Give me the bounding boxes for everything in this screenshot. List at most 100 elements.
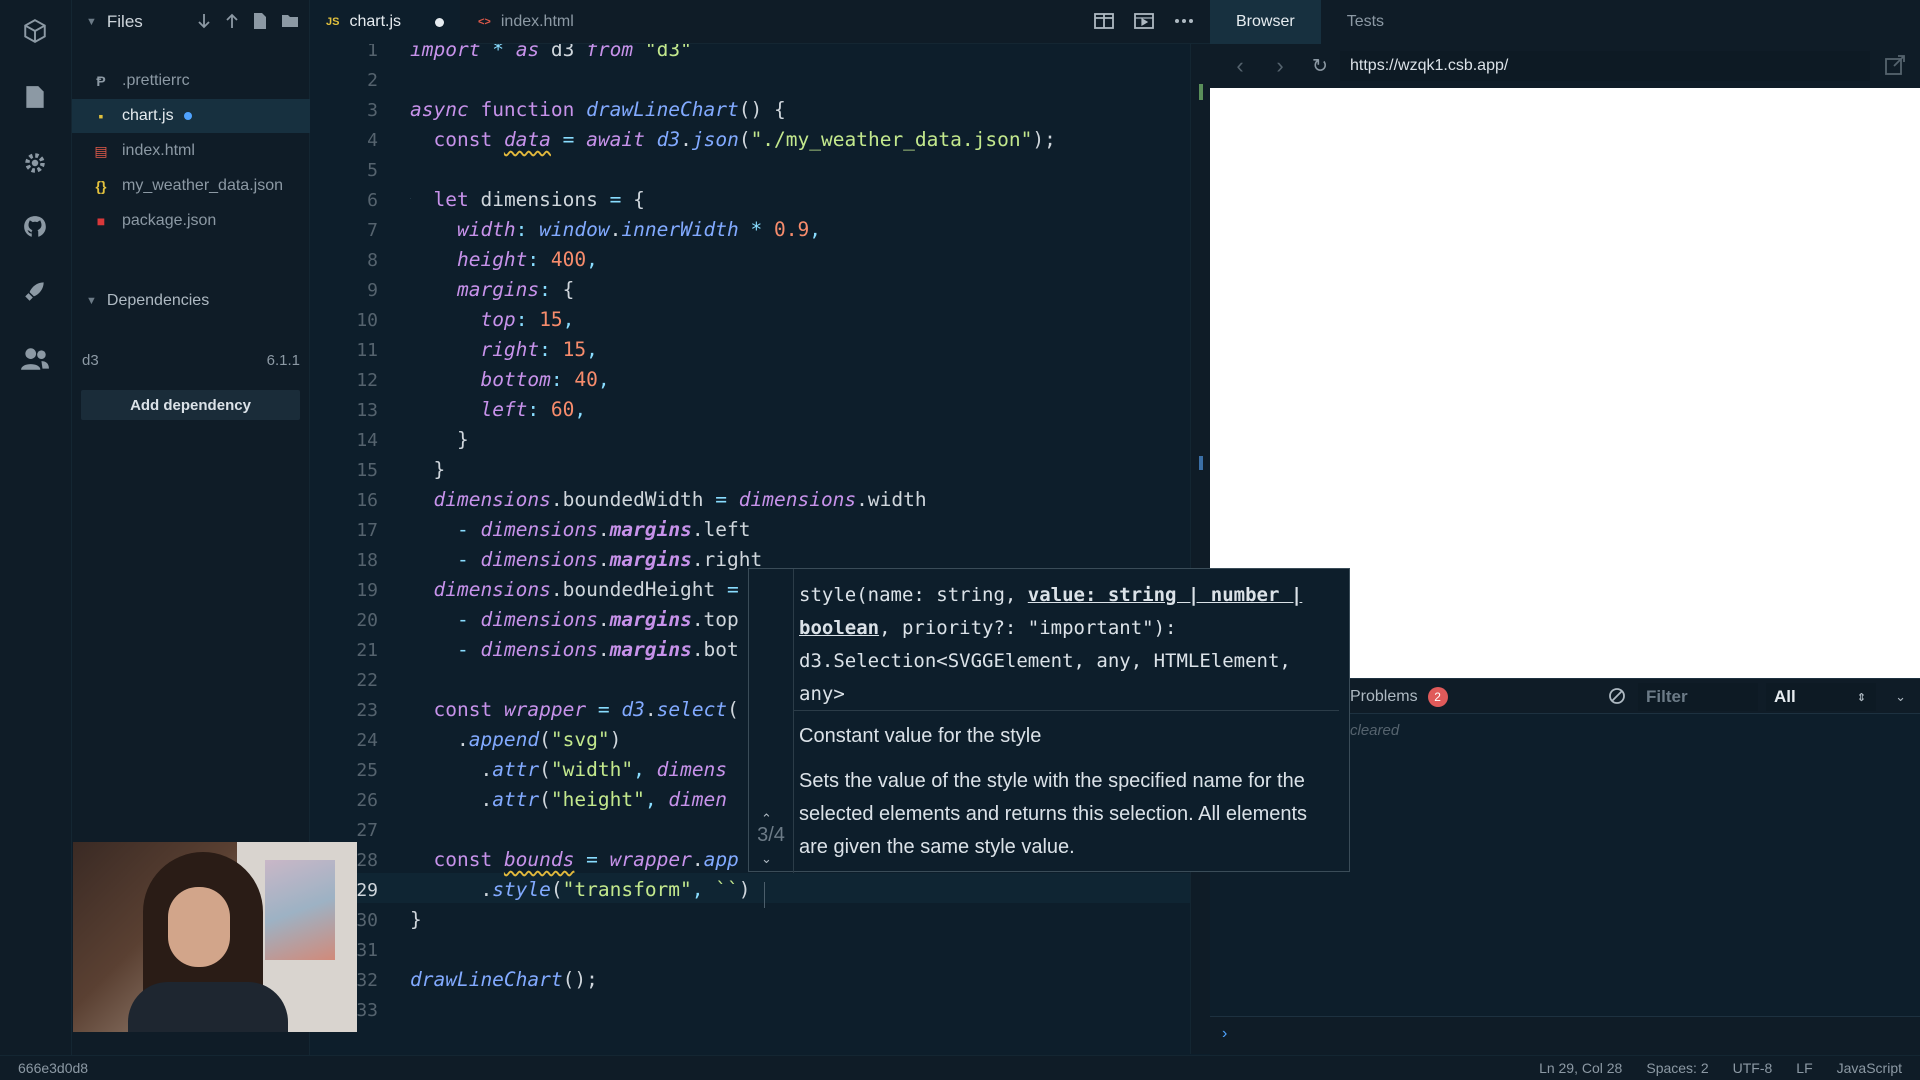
next-overload-icon[interactable]: ⌄ — [761, 851, 772, 867]
files-title: Files — [106, 12, 143, 31]
code-line-16[interactable]: dimensions.boundedWidth = dimensions.wid… — [410, 488, 926, 511]
url-input[interactable]: https://wzqk1.csb.app/ — [1340, 51, 1870, 81]
line-number: 2 — [367, 70, 378, 91]
code-line-29[interactable]: .style("transform", ``) — [410, 878, 750, 901]
code-line-21[interactable]: - dimensions.margins.bot — [410, 638, 739, 661]
clear-console-icon[interactable] — [1608, 687, 1626, 710]
new-file-icon[interactable] — [253, 12, 267, 30]
webcam-overlay — [73, 842, 357, 1032]
codesandbox-logo-icon[interactable] — [18, 14, 52, 48]
language-mode[interactable]: JavaScript — [1837, 1060, 1902, 1076]
file-actions — [197, 12, 299, 30]
html-icon: ▤ — [94, 142, 108, 159]
new-folder-icon[interactable] — [281, 12, 299, 30]
code-line-9[interactable]: margins: { — [410, 278, 574, 301]
code-line-18[interactable]: - dimensions.margins.right — [410, 548, 762, 571]
file-name: .prettierrc — [122, 72, 190, 89]
npm-icon: ■ — [96, 213, 106, 229]
json-icon: {} — [95, 178, 107, 194]
line-endings[interactable]: LF — [1796, 1060, 1812, 1076]
file-explorer-icon[interactable] — [18, 80, 52, 114]
code-line-11[interactable]: right: 15, — [410, 338, 597, 361]
problems-label: Problems — [1350, 688, 1418, 705]
code-line-4[interactable]: const data = await d3.json("./my_weather… — [410, 128, 1055, 151]
line-number: 13 — [356, 400, 378, 421]
split-view-icon[interactable] — [1094, 12, 1114, 35]
code-line-24[interactable]: .append("svg") — [410, 728, 621, 751]
prettier-icon: Ᵽ — [96, 73, 106, 89]
open-in-new-window-icon[interactable] — [1884, 54, 1906, 81]
dependency-version[interactable]: 6.1.1 — [267, 352, 300, 369]
code-line-23[interactable]: const wrapper = d3.select( — [410, 698, 738, 721]
code-line-10[interactable]: top: 15, — [410, 308, 574, 331]
code-line-7[interactable]: width: window.innerWidth * 0.9, — [410, 218, 821, 241]
code-line-19[interactable]: dimensions.boundedHeight = — [410, 578, 738, 601]
more-options-icon[interactable] — [1174, 12, 1194, 35]
indentation[interactable]: Spaces: 2 — [1646, 1060, 1708, 1076]
code-line-17[interactable]: - dimensions.margins.left — [410, 518, 751, 541]
console-filter-input[interactable]: Filter — [1638, 683, 1758, 711]
scroll-marker — [1199, 456, 1203, 470]
encoding[interactable]: UTF-8 — [1733, 1060, 1773, 1076]
webcam-person-body — [128, 982, 288, 1032]
code-line-32[interactable]: drawLineChart(); — [410, 968, 598, 991]
code-line-1[interactable]: import * as d3 from "d3" — [410, 44, 692, 61]
forward-arrow-icon[interactable]: › — [1266, 53, 1294, 79]
dependency-name: d3 — [82, 352, 99, 369]
browser-panel: Browser Tests ‹ › ↻ https://wzqk1.csb.ap… — [1210, 0, 1920, 1056]
code-line-3[interactable]: async function drawLineChart() { — [410, 98, 786, 121]
tab-browser[interactable]: Browser — [1210, 0, 1321, 44]
dependencies-section-header[interactable]: ▼ Dependencies — [72, 286, 310, 316]
function-signature: style(name: string, value: string | numb… — [799, 584, 1303, 705]
file-item-prettierrc[interactable]: Ᵽ .prettierrc — [72, 64, 310, 98]
back-arrow-icon[interactable]: ‹ — [1226, 53, 1254, 79]
dependency-item[interactable]: d3 6.1.1 — [82, 352, 300, 369]
code-line-26[interactable]: .attr("height", dimen — [410, 788, 727, 811]
deploy-rocket-icon[interactable] — [18, 274, 52, 308]
code-line-12[interactable]: bottom: 40, — [410, 368, 609, 391]
editor-scrollbar[interactable] — [1190, 44, 1210, 1054]
refresh-icon[interactable]: ↻ — [1306, 55, 1334, 78]
console-input[interactable]: › — [1210, 1016, 1920, 1056]
upload-icon[interactable] — [225, 12, 239, 30]
activity-bar — [0, 0, 72, 1055]
line-number: 17 — [356, 520, 378, 541]
problems-count-badge: 2 — [1427, 687, 1448, 707]
code-line-20[interactable]: - dimensions.margins.top — [410, 608, 739, 631]
file-item-index-html[interactable]: ▤ index.html — [72, 134, 310, 168]
tab-chart-js[interactable]: JS chart.js — [310, 0, 460, 44]
code-line-6[interactable]: let dimensions = { — [410, 188, 644, 211]
code-line-25[interactable]: .attr("width", dimens — [410, 758, 727, 781]
preview-icon[interactable] — [1134, 12, 1154, 35]
github-icon[interactable] — [18, 210, 52, 244]
file-item-package-json[interactable]: ■ package.json — [72, 204, 310, 238]
line-number: 20 — [356, 610, 378, 631]
file-item-chart-js[interactable]: ▪ chart.js — [72, 99, 310, 133]
settings-gear-icon[interactable] — [18, 146, 52, 180]
code-line-8[interactable]: height: 400, — [410, 248, 598, 271]
tab-label: chart.js — [349, 13, 402, 30]
tab-tests[interactable]: Tests — [1321, 0, 1410, 44]
log-level-select[interactable]: All ⇕ — [1766, 683, 1876, 711]
code-area[interactable]: 1 2 3 4 5 6 7 8 9 10 11 12 13 14 15 16 17 18 19 20 21 22 23 24 2… — [310, 44, 1190, 1054]
code-line-15[interactable]: } — [410, 458, 445, 481]
code-line-13[interactable]: left: 60, — [410, 398, 586, 421]
webcam-wall-art — [265, 860, 335, 960]
file-name: package.json — [122, 212, 217, 229]
code-line-30[interactable]: } — [410, 908, 422, 931]
status-bar: 666e3d0d8 Ln 29, Col 28 Spaces: 2 UTF-8 … — [0, 1055, 1920, 1080]
collapse-console-chevron-icon[interactable]: ⌄ — [1895, 689, 1906, 705]
code-line-14[interactable]: } — [410, 428, 469, 451]
status-right: Ln 29, Col 28 Spaces: 2 UTF-8 LF JavaScr… — [1539, 1060, 1902, 1076]
live-collaboration-icon[interactable] — [18, 342, 52, 376]
add-dependency-button[interactable]: Add dependency — [81, 390, 300, 420]
tab-problems[interactable]: Problems 2 — [1350, 679, 1448, 715]
code-line-28[interactable]: const bounds = wrapper.app — [410, 848, 738, 871]
line-number: 14 — [356, 430, 378, 451]
tab-index-html[interactable]: <> index.html — [462, 0, 600, 44]
sort-down-icon[interactable] — [197, 12, 211, 30]
cursor-position[interactable]: Ln 29, Col 28 — [1539, 1060, 1622, 1076]
line-number: 16 — [356, 490, 378, 511]
unsaved-dot-icon[interactable] — [435, 17, 444, 27]
file-item-my-weather-data-json[interactable]: {} my_weather_data.json — [72, 169, 310, 203]
